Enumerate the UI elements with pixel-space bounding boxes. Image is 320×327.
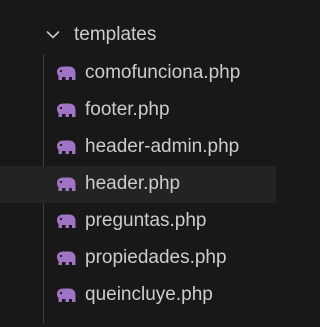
php-elephant-icon: [57, 103, 76, 117]
file-label: propiedades.php: [85, 247, 227, 268]
file-item-propiedades[interactable]: propiedades.php: [0, 240, 276, 277]
file-item-footer[interactable]: footer.php: [0, 92, 276, 129]
folder-label: templates: [74, 24, 157, 45]
folder-row-templates[interactable]: templates: [0, 18, 276, 52]
php-elephant-icon: [57, 251, 76, 265]
file-item-preguntas[interactable]: preguntas.php: [0, 203, 276, 240]
chevron-down-icon: [46, 31, 60, 39]
file-label: footer.php: [85, 99, 170, 120]
php-elephant-icon: [57, 288, 76, 302]
file-item-comofunciona[interactable]: comofunciona.php: [0, 55, 276, 92]
php-elephant-icon: [57, 214, 76, 228]
file-label: queincluye.php: [85, 284, 213, 305]
file-item-queincluye[interactable]: queincluye.php: [0, 277, 276, 314]
php-elephant-icon: [57, 140, 76, 154]
php-elephant-icon: [57, 177, 76, 191]
explorer-panel: templates comofunciona.php footer.php he…: [0, 0, 276, 327]
file-item-header[interactable]: header.php: [0, 166, 276, 203]
php-elephant-icon: [57, 66, 76, 80]
file-label: header.php: [85, 173, 181, 194]
file-label: comofunciona.php: [85, 62, 241, 83]
file-list: comofunciona.php footer.php header-admin…: [0, 55, 276, 314]
file-label: preguntas.php: [85, 210, 207, 231]
file-item-header-admin[interactable]: header-admin.php: [0, 129, 276, 166]
file-label: header-admin.php: [85, 136, 240, 157]
